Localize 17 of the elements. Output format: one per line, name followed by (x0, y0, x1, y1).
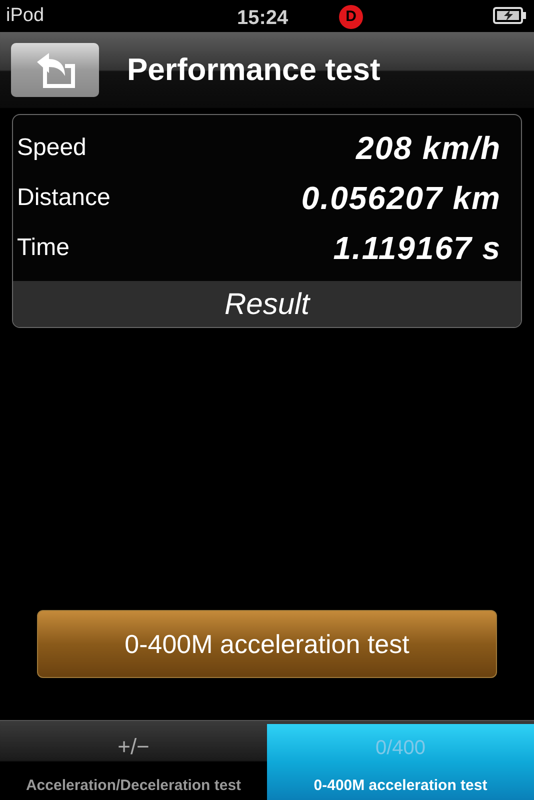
result-value: 0.056207 km (301, 179, 501, 218)
status-badge: D (339, 5, 363, 29)
result-label: Speed (17, 133, 86, 163)
start-test-button[interactable]: 0-400M acceleration test (37, 610, 497, 678)
reply-arrow-icon (35, 52, 75, 88)
carrier-label: iPod (6, 4, 44, 28)
result-value: 208 km/h (356, 129, 501, 168)
result-label: Time (17, 233, 70, 263)
result-footer: Result (13, 281, 521, 327)
result-value: 1.119167 s (333, 229, 501, 268)
tab[interactable]: +/− Acceleration/Deceleration test (0, 721, 267, 800)
result-label: Distance (17, 183, 110, 213)
tab[interactable]: 0/400 0-400M acceleration test (267, 724, 534, 800)
battery-icon (493, 7, 527, 24)
screen-title: Performance test (127, 50, 380, 89)
back-button[interactable] (11, 43, 99, 97)
clock: 15:24 (237, 6, 288, 31)
